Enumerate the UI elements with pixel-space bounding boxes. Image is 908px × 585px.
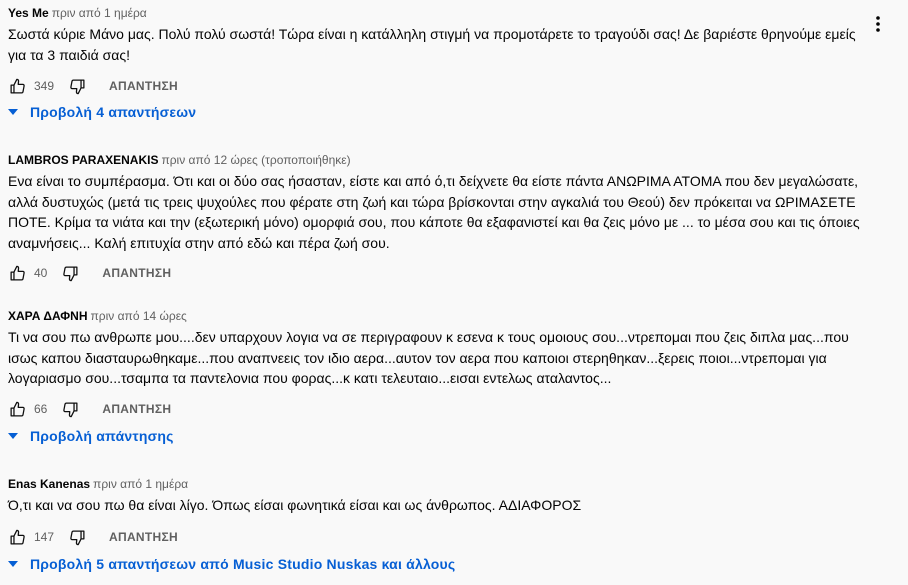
comment-text: Ενα είναι το συμπέρασμα. Ότι και οι δύο … — [8, 173, 860, 251]
thumb-down-icon[interactable] — [61, 400, 79, 418]
comment-header: Yes Me πριν από 1 ημέρα — [8, 5, 868, 21]
comment: Enas Kanenas πριν από 1 ημέρα Ό,τι και να… — [8, 476, 868, 516]
thumb-down-icon[interactable] — [68, 528, 86, 546]
caret-down-icon — [8, 109, 18, 115]
comment-text: Τι να σου πω ανθρωπε μου....δεν υπαρχουν… — [8, 329, 849, 386]
view-replies-label: Προβολή 4 απαντήσεων — [30, 104, 197, 120]
more-actions-icon[interactable] — [866, 12, 890, 36]
reply-button[interactable]: ΑΠΑΝΤΗΣΗ — [109, 530, 178, 544]
comment-time[interactable]: πριν από 1 ημέρα — [52, 6, 147, 20]
like-count: 40 — [34, 266, 48, 280]
thumb-up-icon[interactable] — [8, 528, 26, 546]
thumb-up-icon[interactable] — [8, 264, 26, 282]
comment-actions: 349 ΑΠΑΝΤΗΣΗ — [8, 74, 868, 98]
comment-actions: 147 ΑΠΑΝΤΗΣΗ — [8, 525, 868, 549]
thumb-down-icon[interactable] — [61, 264, 79, 282]
comment-actions: 66 ΑΠΑΝΤΗΣΗ — [8, 397, 868, 421]
comment-time[interactable]: πριν από 14 ώρες — [91, 309, 187, 323]
like-count: 147 — [34, 530, 55, 544]
comment-text: Σωστά κύριε Μάνο μας. Πολύ πολύ σωστά! Τ… — [8, 26, 856, 63]
thumb-up-icon[interactable] — [8, 400, 26, 418]
thumb-down-icon[interactable] — [68, 77, 86, 95]
comment-header: Enas Kanenas πριν από 1 ημέρα — [8, 476, 868, 492]
thumb-up-icon[interactable] — [8, 77, 26, 95]
view-replies-label: Προβολή 5 απαντήσεων από Music Studio Nu… — [30, 556, 456, 572]
comment-author[interactable]: ΧΑΡΑ ΔΑΦΝΗ — [8, 309, 88, 323]
caret-down-icon — [8, 433, 18, 439]
comment-author[interactable]: Enas Kanenas — [8, 477, 90, 491]
comment: Yes Me πριν από 1 ημέρα Σωστά κύριε Μάνο … — [8, 5, 868, 65]
comment: LAMBROS PARAXENAKIS πριν από 12 ώρες (τρο… — [8, 152, 868, 253]
comment-header: LAMBROS PARAXENAKIS πριν από 12 ώρες (τρο… — [8, 152, 868, 168]
comment-author[interactable]: LAMBROS PARAXENAKIS — [8, 153, 158, 167]
reply-button[interactable]: ΑΠΑΝΤΗΣΗ — [102, 402, 171, 416]
caret-down-icon — [8, 561, 18, 567]
view-replies-button[interactable]: Προβολή απάντησης — [8, 428, 174, 444]
reply-button[interactable]: ΑΠΑΝΤΗΣΗ — [109, 79, 178, 93]
comment-time[interactable]: πριν από 12 ώρες (τροποποιήθηκε) — [161, 153, 350, 167]
like-count: 349 — [34, 79, 55, 93]
view-replies-button[interactable]: Προβολή 4 απαντήσεων — [8, 104, 196, 120]
comment-header: ΧΑΡΑ ΔΑΦΝΗ πριν από 14 ώρες — [8, 308, 868, 324]
reply-button[interactable]: ΑΠΑΝΤΗΣΗ — [102, 266, 171, 280]
comment-time[interactable]: πριν από 1 ημέρα — [93, 477, 188, 491]
comment-actions: 40 ΑΠΑΝΤΗΣΗ — [8, 261, 868, 285]
comment-author[interactable]: Yes Me — [8, 6, 49, 20]
view-replies-label: Προβολή απάντησης — [30, 428, 174, 444]
comment: ΧΑΡΑ ΔΑΦΝΗ πριν από 14 ώρες Τι να σου πω … — [8, 308, 868, 389]
comment-text: Ό,τι και να σου πω θα είναι λίγο. Όπως ε… — [8, 497, 582, 513]
view-replies-button[interactable]: Προβολή 5 απαντήσεων από Music Studio Nu… — [8, 556, 455, 572]
like-count: 66 — [34, 402, 48, 416]
